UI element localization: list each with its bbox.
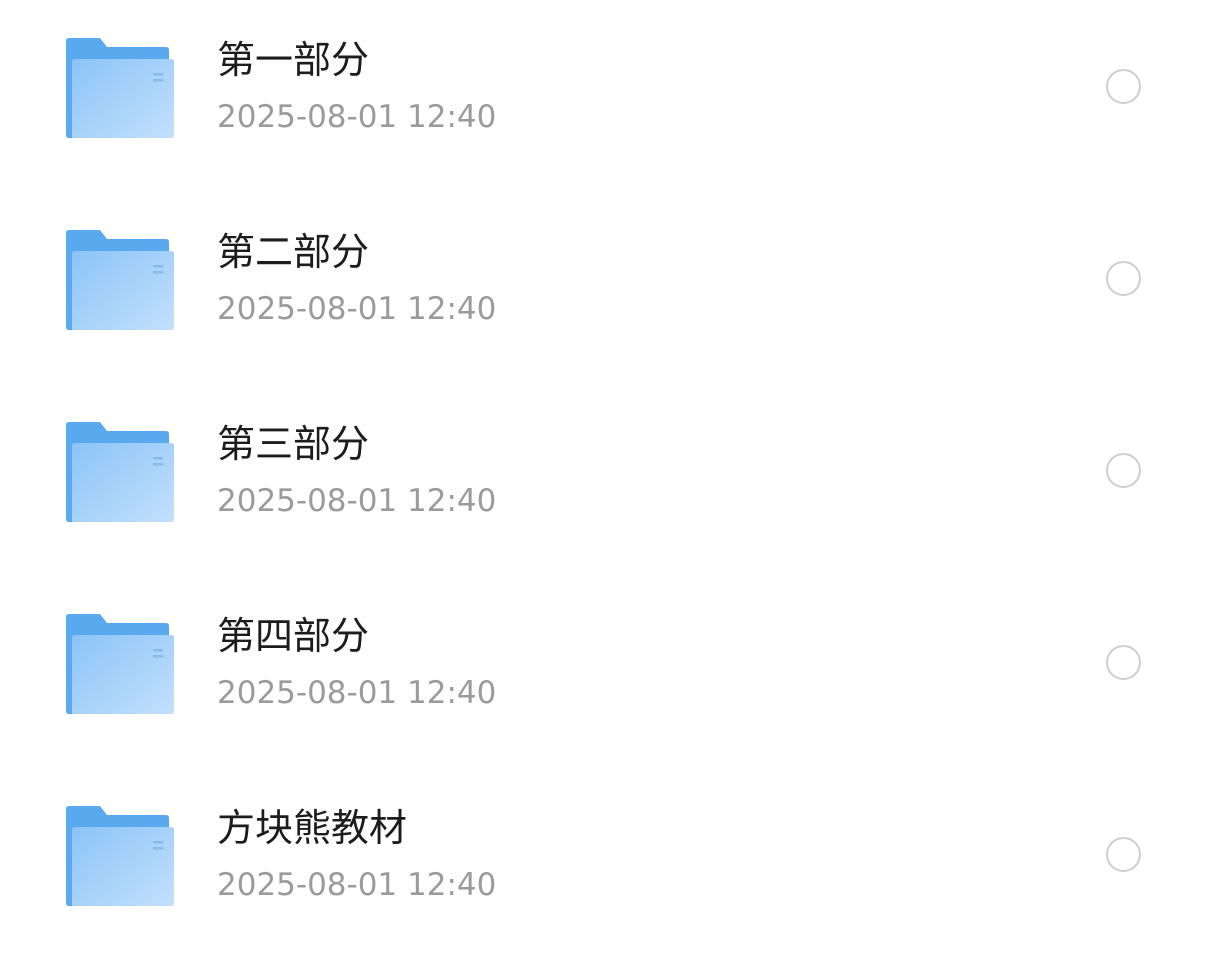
folder-icon: [66, 806, 174, 906]
select-radio[interactable]: [1106, 453, 1141, 488]
list-item[interactable]: 方块熊教材 2025-08-01 12:40: [0, 768, 1220, 960]
select-radio[interactable]: [1106, 261, 1141, 296]
file-modified-date: 2025-08-01 12:40: [217, 291, 497, 327]
file-name: 方块熊教材: [217, 806, 408, 850]
list-item[interactable]: 第三部分 2025-08-01 12:40: [0, 384, 1220, 576]
file-modified-date: 2025-08-01 12:40: [217, 483, 497, 519]
list-item[interactable]: 第一部分 2025-08-01 12:40: [0, 0, 1220, 192]
folder-icon: [66, 422, 174, 522]
select-radio[interactable]: [1106, 645, 1141, 680]
select-radio[interactable]: [1106, 69, 1141, 104]
file-name: 第二部分: [217, 230, 370, 274]
file-list: 第一部分 2025-08-01 12:40 第二部分 2025-08-01 12…: [0, 0, 1220, 948]
file-modified-date: 2025-08-01 12:40: [217, 867, 497, 903]
file-modified-date: 2025-08-01 12:40: [217, 99, 497, 135]
file-modified-date: 2025-08-01 12:40: [217, 675, 497, 711]
file-name: 第三部分: [217, 422, 370, 466]
list-item[interactable]: 第二部分 2025-08-01 12:40: [0, 192, 1220, 384]
file-name: 第一部分: [217, 38, 370, 82]
folder-icon: [66, 230, 174, 330]
folder-icon: [66, 614, 174, 714]
select-radio[interactable]: [1106, 837, 1141, 872]
folder-icon: [66, 38, 174, 138]
list-item[interactable]: 第四部分 2025-08-01 12:40: [0, 576, 1220, 768]
file-name: 第四部分: [217, 614, 370, 658]
